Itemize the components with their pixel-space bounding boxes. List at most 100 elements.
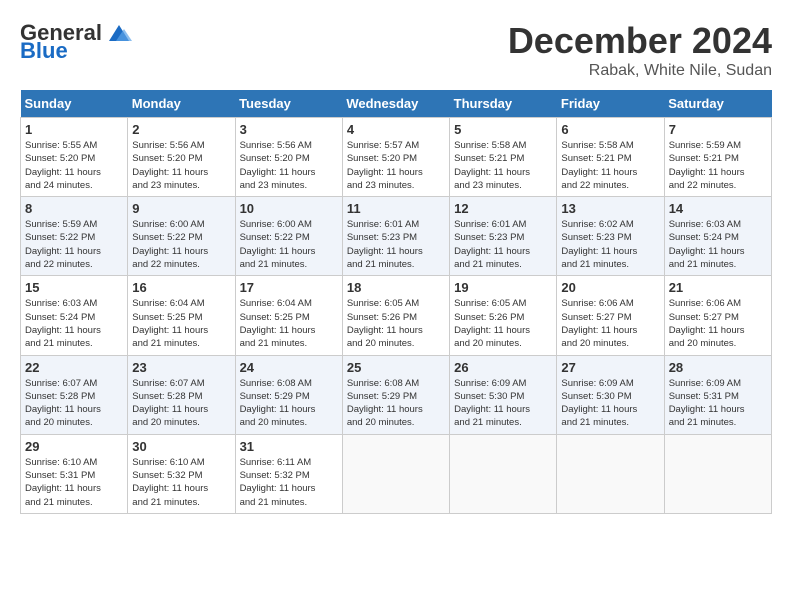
calendar-cell xyxy=(342,434,449,513)
calendar-cell: 28 Sunrise: 6:09 AMSunset: 5:31 PMDayligh… xyxy=(664,355,771,434)
day-info: Sunrise: 6:11 AMSunset: 5:32 PMDaylight:… xyxy=(240,456,338,509)
calendar-cell: 12Sunrise: 6:01 AMSunset: 5:23 PMDayligh… xyxy=(450,197,557,276)
day-number: 8 xyxy=(25,201,123,216)
day-info: Sunrise: 6:10 AMSunset: 5:31 PMDaylight:… xyxy=(25,456,123,509)
calendar-cell: 30 Sunrise: 6:10 AMSunset: 5:32 PMDayligh… xyxy=(128,434,235,513)
day-info: Sunrise: 6:09 AMSunset: 5:30 PMDaylight:… xyxy=(454,377,552,430)
calendar-cell: 25 Sunrise: 6:08 AMSunset: 5:29 PMDayligh… xyxy=(342,355,449,434)
calendar-cell: 6Sunrise: 5:58 AMSunset: 5:21 PMDaylight… xyxy=(557,118,664,197)
calendar-cell: 31 Sunrise: 6:11 AMSunset: 5:32 PMDayligh… xyxy=(235,434,342,513)
calendar-cell: 29Sunrise: 6:10 AMSunset: 5:31 PMDayligh… xyxy=(21,434,128,513)
calendar: SundayMondayTuesdayWednesdayThursdayFrid… xyxy=(20,90,772,514)
calendar-cell: 2Sunrise: 5:56 AMSunset: 5:20 PMDaylight… xyxy=(128,118,235,197)
calendar-header-row: SundayMondayTuesdayWednesdayThursdayFrid… xyxy=(21,90,772,118)
calendar-cell: 20Sunrise: 6:06 AMSunset: 5:27 PMDayligh… xyxy=(557,276,664,355)
calendar-cell: 26 Sunrise: 6:09 AMSunset: 5:30 PMDayligh… xyxy=(450,355,557,434)
calendar-cell: 3 Sunrise: 5:56 AMSunset: 5:20 PMDaylight… xyxy=(235,118,342,197)
day-number: 27 xyxy=(561,360,659,375)
day-info: Sunrise: 5:59 AMSunset: 5:22 PMDaylight:… xyxy=(25,218,123,271)
day-number: 15 xyxy=(25,280,123,295)
calendar-week-2: 8 Sunrise: 5:59 AMSunset: 5:22 PMDaylight… xyxy=(21,197,772,276)
day-number: 21 xyxy=(669,280,767,295)
day-number: 14 xyxy=(669,201,767,216)
header-friday: Friday xyxy=(557,90,664,118)
calendar-cell: 1 Sunrise: 5:55 AMSunset: 5:20 PMDaylight… xyxy=(21,118,128,197)
day-info: Sunrise: 6:01 AMSunset: 5:23 PMDaylight:… xyxy=(347,218,445,271)
location: Rabak, White Nile, Sudan xyxy=(508,62,772,80)
calendar-cell: 27 Sunrise: 6:09 AMSunset: 5:30 PMDayligh… xyxy=(557,355,664,434)
day-number: 10 xyxy=(240,201,338,216)
calendar-cell: 7Sunrise: 5:59 AMSunset: 5:21 PMDaylight… xyxy=(664,118,771,197)
day-number: 19 xyxy=(454,280,552,295)
day-info: Sunrise: 6:08 AMSunset: 5:29 PMDaylight:… xyxy=(347,377,445,430)
header-saturday: Saturday xyxy=(664,90,771,118)
calendar-week-1: 1 Sunrise: 5:55 AMSunset: 5:20 PMDaylight… xyxy=(21,118,772,197)
calendar-cell xyxy=(450,434,557,513)
day-number: 16 xyxy=(132,280,230,295)
day-number: 1 xyxy=(25,122,123,137)
day-number: 30 xyxy=(132,439,230,454)
day-number: 25 xyxy=(347,360,445,375)
day-number: 3 xyxy=(240,122,338,137)
day-info: Sunrise: 6:09 AMSunset: 5:31 PMDaylight:… xyxy=(669,377,767,430)
day-info: Sunrise: 6:08 AMSunset: 5:29 PMDaylight:… xyxy=(240,377,338,430)
calendar-week-3: 15 Sunrise: 6:03 AMSunset: 5:24 PMDayligh… xyxy=(21,276,772,355)
day-info: Sunrise: 5:59 AMSunset: 5:21 PMDaylight:… xyxy=(669,139,767,192)
day-info: Sunrise: 6:06 AMSunset: 5:27 PMDaylight:… xyxy=(669,297,767,350)
day-number: 18 xyxy=(347,280,445,295)
calendar-week-4: 22 Sunrise: 6:07 AMSunset: 5:28 PMDayligh… xyxy=(21,355,772,434)
calendar-cell xyxy=(557,434,664,513)
day-info: Sunrise: 6:04 AMSunset: 5:25 PMDaylight:… xyxy=(132,297,230,350)
logo: General Blue xyxy=(20,20,134,64)
calendar-cell: 4 Sunrise: 5:57 AMSunset: 5:20 PMDaylight… xyxy=(342,118,449,197)
day-number: 26 xyxy=(454,360,552,375)
day-info: Sunrise: 6:01 AMSunset: 5:23 PMDaylight:… xyxy=(454,218,552,271)
day-number: 5 xyxy=(454,122,552,137)
day-number: 20 xyxy=(561,280,659,295)
day-number: 23 xyxy=(132,360,230,375)
day-number: 22 xyxy=(25,360,123,375)
calendar-cell: 23 Sunrise: 6:07 AMSunset: 5:28 PMDayligh… xyxy=(128,355,235,434)
day-info: Sunrise: 6:00 AMSunset: 5:22 PMDaylight:… xyxy=(132,218,230,271)
day-info: Sunrise: 6:03 AMSunset: 5:24 PMDaylight:… xyxy=(25,297,123,350)
calendar-cell: 15 Sunrise: 6:03 AMSunset: 5:24 PMDayligh… xyxy=(21,276,128,355)
header-thursday: Thursday xyxy=(450,90,557,118)
day-info: Sunrise: 6:07 AMSunset: 5:28 PMDaylight:… xyxy=(25,377,123,430)
logo-icon xyxy=(104,23,134,43)
day-info: Sunrise: 5:57 AMSunset: 5:20 PMDaylight:… xyxy=(347,139,445,192)
logo-blue: Blue xyxy=(20,38,68,64)
day-info: Sunrise: 6:10 AMSunset: 5:32 PMDaylight:… xyxy=(132,456,230,509)
day-info: Sunrise: 6:04 AMSunset: 5:25 PMDaylight:… xyxy=(240,297,338,350)
calendar-cell: 14 Sunrise: 6:03 AMSunset: 5:24 PMDayligh… xyxy=(664,197,771,276)
day-number: 17 xyxy=(240,280,338,295)
day-number: 11 xyxy=(347,201,445,216)
calendar-cell: 21 Sunrise: 6:06 AMSunset: 5:27 PMDayligh… xyxy=(664,276,771,355)
calendar-cell xyxy=(664,434,771,513)
day-number: 4 xyxy=(347,122,445,137)
calendar-cell: 17 Sunrise: 6:04 AMSunset: 5:25 PMDayligh… xyxy=(235,276,342,355)
day-number: 28 xyxy=(669,360,767,375)
header-monday: Monday xyxy=(128,90,235,118)
calendar-cell: 13Sunrise: 6:02 AMSunset: 5:23 PMDayligh… xyxy=(557,197,664,276)
day-info: Sunrise: 5:56 AMSunset: 5:20 PMDaylight:… xyxy=(240,139,338,192)
day-info: Sunrise: 6:03 AMSunset: 5:24 PMDaylight:… xyxy=(669,218,767,271)
day-info: Sunrise: 6:00 AMSunset: 5:22 PMDaylight:… xyxy=(240,218,338,271)
day-info: Sunrise: 5:56 AMSunset: 5:20 PMDaylight:… xyxy=(132,139,230,192)
day-info: Sunrise: 5:58 AMSunset: 5:21 PMDaylight:… xyxy=(561,139,659,192)
day-number: 13 xyxy=(561,201,659,216)
day-info: Sunrise: 5:55 AMSunset: 5:20 PMDaylight:… xyxy=(25,139,123,192)
day-info: Sunrise: 6:05 AMSunset: 5:26 PMDaylight:… xyxy=(347,297,445,350)
day-number: 31 xyxy=(240,439,338,454)
day-info: Sunrise: 6:09 AMSunset: 5:30 PMDaylight:… xyxy=(561,377,659,430)
calendar-cell: 5Sunrise: 5:58 AMSunset: 5:21 PMDaylight… xyxy=(450,118,557,197)
month-title: December 2024 xyxy=(508,20,772,62)
calendar-cell: 11 Sunrise: 6:01 AMSunset: 5:23 PMDayligh… xyxy=(342,197,449,276)
day-info: Sunrise: 6:07 AMSunset: 5:28 PMDaylight:… xyxy=(132,377,230,430)
calendar-week-5: 29Sunrise: 6:10 AMSunset: 5:31 PMDayligh… xyxy=(21,434,772,513)
calendar-cell: 19Sunrise: 6:05 AMSunset: 5:26 PMDayligh… xyxy=(450,276,557,355)
header-wednesday: Wednesday xyxy=(342,90,449,118)
calendar-cell: 22 Sunrise: 6:07 AMSunset: 5:28 PMDayligh… xyxy=(21,355,128,434)
page-header: General Blue December 2024 Rabak, White … xyxy=(20,20,772,80)
header-sunday: Sunday xyxy=(21,90,128,118)
calendar-cell: 8 Sunrise: 5:59 AMSunset: 5:22 PMDaylight… xyxy=(21,197,128,276)
